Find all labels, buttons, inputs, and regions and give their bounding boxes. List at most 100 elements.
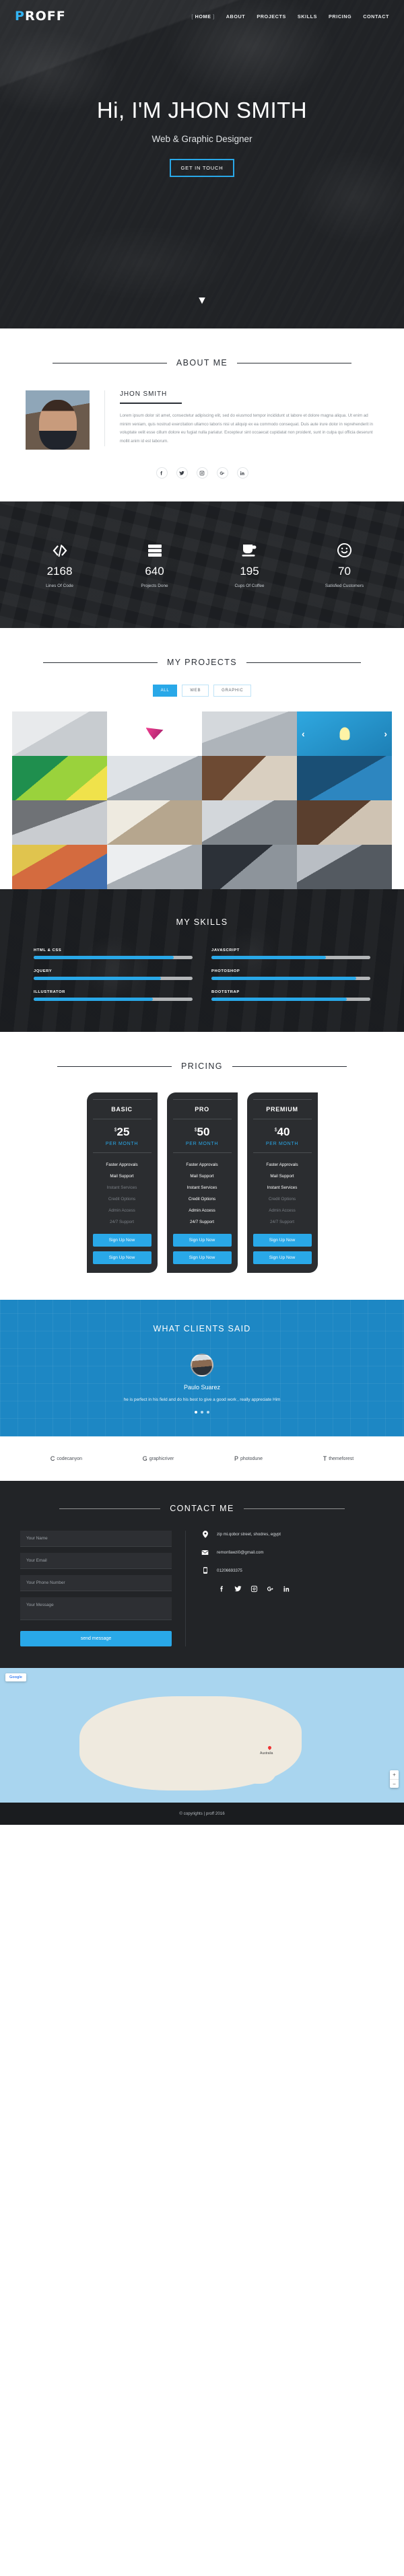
about-name-underline bbox=[120, 403, 182, 404]
phone-input[interactable] bbox=[20, 1575, 172, 1591]
project-thumb[interactable] bbox=[107, 800, 202, 845]
carousel-dot[interactable] bbox=[207, 1411, 209, 1414]
google-plus-icon[interactable] bbox=[216, 467, 228, 479]
hero-content: Hi, I'M JHON SMITH Web & Graphic Designe… bbox=[0, 32, 404, 178]
facebook-icon[interactable] bbox=[218, 1585, 226, 1593]
name-input[interactable] bbox=[20, 1531, 172, 1547]
email-input[interactable] bbox=[20, 1553, 172, 1569]
project-filters: ALL WEB GRAPHIC bbox=[0, 685, 404, 697]
project-thumb[interactable] bbox=[12, 845, 107, 889]
skill-item: BOOTSTRAP bbox=[211, 990, 370, 1001]
plan-feature: Faster Approvals bbox=[106, 1162, 138, 1167]
skill-label: PHOTOSHOP bbox=[211, 969, 240, 973]
client-mark: C bbox=[50, 1455, 55, 1462]
nav-item-home[interactable]: [ HOME ] bbox=[191, 13, 214, 20]
about-paragraph: Lorem ipsum dolor sit amet, consectetur … bbox=[120, 413, 373, 444]
message-input[interactable] bbox=[20, 1597, 172, 1620]
project-slide[interactable]: ‹ › bbox=[297, 711, 392, 756]
project-thumb[interactable] bbox=[12, 800, 107, 845]
twitter-icon[interactable] bbox=[234, 1585, 242, 1593]
rule-left bbox=[57, 1066, 172, 1067]
send-message-button[interactable]: send message bbox=[20, 1631, 172, 1646]
skill-bar-fill bbox=[34, 956, 174, 959]
chevron-down-icon[interactable]: ▾ bbox=[0, 294, 404, 306]
stats-grid: 2168 Lines Of Code 640 Projects Done 195… bbox=[0, 541, 404, 590]
contact-info: zip mi.qobor street, shodres, egypt remo… bbox=[185, 1531, 384, 1646]
project-thumb[interactable] bbox=[12, 756, 107, 800]
zoom-out-button[interactable]: − bbox=[390, 1779, 399, 1788]
skill-label: BOOTSTRAP bbox=[211, 990, 240, 994]
about-section: ABOUT ME JHON SMITH Lorem ipsum dolor si… bbox=[0, 328, 404, 501]
linkedin-icon[interactable] bbox=[236, 467, 248, 479]
signup-button[interactable]: Sign Up Now bbox=[172, 1234, 232, 1247]
get-in-touch-button[interactable]: GET IN TOUCH bbox=[169, 159, 235, 178]
twitter-icon[interactable] bbox=[176, 467, 188, 479]
carousel-dot[interactable] bbox=[195, 1411, 197, 1414]
instagram-icon[interactable] bbox=[196, 467, 208, 479]
plan-title: BASIC bbox=[92, 1099, 152, 1119]
map-badge[interactable]: Google bbox=[5, 1673, 26, 1681]
project-thumb[interactable] bbox=[297, 800, 392, 845]
stat-item: 2168 Lines Of Code bbox=[12, 541, 107, 590]
skill-item: JQUERY bbox=[34, 969, 193, 980]
coffee-icon bbox=[202, 541, 297, 561]
chevron-left-icon[interactable]: ‹ bbox=[302, 728, 305, 739]
nav-item-about[interactable]: ABOUT bbox=[226, 13, 246, 20]
google-plus-icon[interactable] bbox=[267, 1585, 274, 1593]
nav-item-projects[interactable]: PROJECTS bbox=[257, 13, 286, 20]
client-logo-photodune[interactable]: Pphotodune bbox=[234, 1455, 263, 1462]
plan-period: PER MONTH bbox=[252, 1142, 312, 1153]
project-thumb[interactable] bbox=[202, 711, 297, 756]
project-thumb[interactable] bbox=[297, 845, 392, 889]
testimonial-heading: WHAT CLIENTS SAID bbox=[153, 1324, 251, 1333]
linkedin-icon[interactable] bbox=[283, 1585, 290, 1593]
project-thumb[interactable] bbox=[107, 711, 202, 756]
signup-button[interactable]: Sign Up Now bbox=[92, 1234, 152, 1247]
instagram-icon[interactable] bbox=[250, 1585, 258, 1593]
skill-bar-fill bbox=[34, 998, 153, 1001]
map-section[interactable]: Australia Google + − bbox=[0, 1668, 404, 1803]
filter-all[interactable]: ALL bbox=[152, 685, 178, 697]
project-thumb[interactable] bbox=[202, 756, 297, 800]
carousel-dot[interactable] bbox=[201, 1411, 203, 1414]
project-thumb[interactable] bbox=[202, 800, 297, 845]
hero-greeting: Hi, bbox=[96, 98, 125, 123]
chevron-right-icon[interactable]: › bbox=[384, 728, 387, 739]
project-thumb[interactable] bbox=[12, 711, 107, 756]
project-thumb[interactable] bbox=[202, 845, 297, 889]
project-thumb[interactable] bbox=[107, 756, 202, 800]
skill-item: HTML & CSS bbox=[34, 948, 193, 959]
contact-row: send message zip mi.qobor street, shodre… bbox=[0, 1513, 404, 1646]
plan-feature: Instant Services bbox=[187, 1185, 217, 1190]
client-logo-themeforest[interactable]: Tthemeforest bbox=[323, 1455, 354, 1462]
plan-feature: Admin Access bbox=[189, 1208, 215, 1213]
testimonial-section: WHAT CLIENTS SAID Paulo Suarez he is per… bbox=[0, 1300, 404, 1436]
facebook-icon[interactable] bbox=[156, 467, 168, 479]
filter-graphic[interactable]: GRAPHIC bbox=[213, 685, 252, 697]
signup-button[interactable]: Sign Up Now bbox=[252, 1234, 312, 1247]
nav-item-contact[interactable]: CONTACT bbox=[363, 13, 389, 20]
skill-bar-fill bbox=[34, 977, 161, 980]
skills-section: MY SKILLS HTML & CSS JAVASCRIPT JQUERY P… bbox=[0, 889, 404, 1032]
stat-label: Projects Done bbox=[141, 583, 168, 588]
stat-number: 195 bbox=[240, 564, 259, 578]
copyright-text: © copyrights | proff 2016 bbox=[179, 1811, 225, 1816]
signup-button[interactable]: Sign Up Now bbox=[92, 1251, 152, 1264]
nav-links: [ HOME ] ABOUT PROJECTS SKILLS PRICING C… bbox=[191, 13, 389, 20]
hero-name: I'M JHON SMITH bbox=[131, 98, 308, 123]
site-logo[interactable]: PROFF bbox=[15, 9, 66, 24]
contact-phone-line: 01206693375 bbox=[201, 1567, 384, 1574]
client-logo-graphicriver[interactable]: Ggraphicriver bbox=[143, 1455, 174, 1462]
signup-button[interactable]: Sign Up Now bbox=[252, 1251, 312, 1264]
client-logo-codecanyon[interactable]: Ccodecanyon bbox=[50, 1455, 82, 1462]
plan-feature: Credit Options bbox=[188, 1197, 216, 1202]
filter-web[interactable]: WEB bbox=[182, 685, 209, 697]
nav-item-skills[interactable]: SKILLS bbox=[298, 13, 317, 20]
nav-item-pricing[interactable]: PRICING bbox=[329, 13, 351, 20]
project-thumb[interactable] bbox=[107, 845, 202, 889]
projects-heading: MY PROJECTS bbox=[166, 658, 238, 667]
zoom-in-button[interactable]: + bbox=[390, 1770, 399, 1779]
signup-button[interactable]: Sign Up Now bbox=[172, 1251, 232, 1264]
skill-item: ILLUSTRATOR bbox=[34, 990, 193, 1001]
project-thumb[interactable] bbox=[297, 756, 392, 800]
